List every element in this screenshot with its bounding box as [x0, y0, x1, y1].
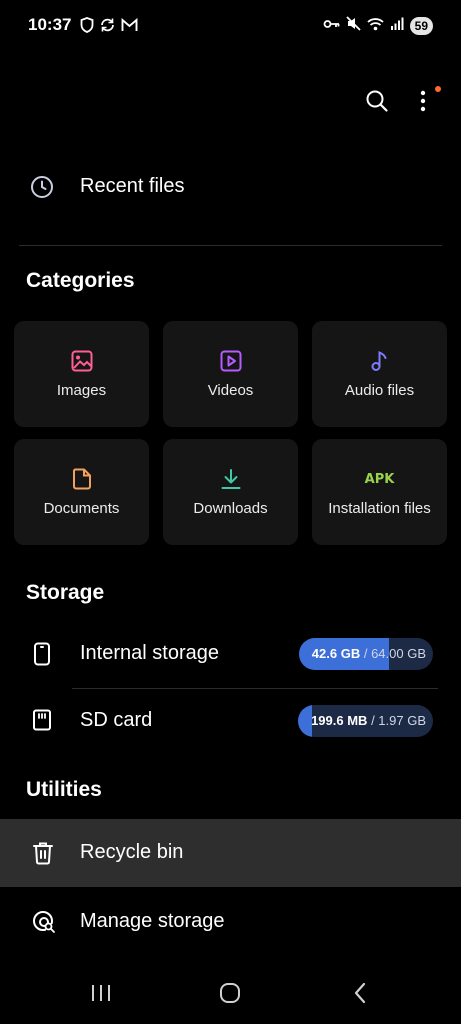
video-icon [163, 349, 298, 373]
status-left-icons [80, 17, 138, 38]
category-label: Audio files [344, 382, 415, 399]
category-downloads[interactable]: Downloads [163, 439, 298, 545]
usage-separator: / [367, 713, 379, 728]
usage-separator: / [360, 646, 372, 661]
category-documents[interactable]: Documents [14, 439, 149, 545]
music-note-icon [312, 349, 447, 373]
more-options-button[interactable] [411, 86, 441, 120]
category-videos[interactable]: Videos [163, 321, 298, 427]
category-label: Videos [207, 382, 254, 399]
navigation-bar [0, 965, 461, 1024]
manage-storage-row[interactable]: Manage storage [0, 888, 461, 956]
mute-icon [346, 16, 361, 36]
recycle-bin-label: Recycle bin [80, 841, 184, 863]
internal-storage-label: Internal storage [80, 642, 219, 664]
top-actions [365, 86, 441, 120]
divider [19, 245, 442, 246]
category-label: Documents [43, 500, 120, 517]
category-label: Images [56, 382, 107, 399]
trash-icon [32, 841, 54, 870]
category-images[interactable]: Images [14, 321, 149, 427]
notification-dot [435, 86, 441, 92]
phone-icon [32, 642, 52, 671]
usage-text: 199.6 MB / 1.97 GB [298, 713, 433, 728]
storage-title: Storage [26, 581, 105, 604]
recent-files-row[interactable]: Recent files [0, 160, 461, 216]
image-icon [14, 349, 149, 373]
home-icon [219, 982, 241, 1009]
apk-icon-text: APK [364, 471, 395, 487]
gmail-icon [121, 17, 138, 37]
usage-total: 64.00 GB [371, 646, 426, 661]
sd-card-icon [32, 709, 52, 736]
sd-card-row[interactable]: SD card 199.6 MB / 1.97 GB [0, 693, 461, 749]
internal-storage-row[interactable]: Internal storage 42.6 GB / 64.00 GB [0, 626, 461, 682]
status-bar: 10:37 59 [0, 0, 461, 52]
shield-icon [80, 17, 94, 38]
divider [72, 688, 438, 689]
recycle-bin-row[interactable]: Recycle bin [0, 819, 461, 887]
manage-storage-icon [32, 910, 56, 939]
utilities-title: Utilities [26, 778, 102, 801]
category-label: Installation files [328, 500, 431, 517]
apk-icon: APK [312, 467, 447, 491]
download-icon [163, 467, 298, 491]
sync-icon [99, 17, 116, 38]
search-button[interactable] [365, 86, 389, 120]
key-icon [323, 17, 340, 35]
category-audio-files[interactable]: Audio files [312, 321, 447, 427]
back-icon [353, 982, 367, 1009]
home-button[interactable] [216, 982, 244, 1009]
usage-text: 42.6 GB / 64.00 GB [299, 646, 433, 661]
document-icon [14, 467, 149, 491]
usage-used: 199.6 MB [311, 713, 368, 728]
search-icon [365, 89, 389, 118]
usage-total: 1.97 GB [378, 713, 426, 728]
status-time: 10:37 [28, 15, 72, 34]
more-vert-icon [420, 90, 426, 117]
category-label: Downloads [193, 500, 268, 517]
category-installation-files[interactable]: APK Installation files [312, 439, 447, 545]
clock-icon [30, 175, 54, 204]
categories-title: Categories [26, 269, 135, 292]
back-button[interactable] [346, 982, 374, 1009]
wifi-icon [367, 17, 384, 36]
recent-files-label: Recent files [80, 175, 185, 197]
status-right-icons: 59 [323, 16, 433, 36]
recents-icon [90, 984, 112, 1007]
manage-storage-label: Manage storage [80, 910, 225, 932]
recents-button[interactable] [87, 983, 115, 1007]
internal-storage-usage: 42.6 GB / 64.00 GB [298, 638, 433, 670]
sd-card-label: SD card [80, 709, 153, 731]
sd-card-usage: 199.6 MB / 1.97 GB [298, 705, 433, 737]
battery-indicator: 59 [409, 17, 433, 35]
usage-used: 42.6 GB [311, 646, 361, 661]
signal-icon [390, 17, 404, 35]
